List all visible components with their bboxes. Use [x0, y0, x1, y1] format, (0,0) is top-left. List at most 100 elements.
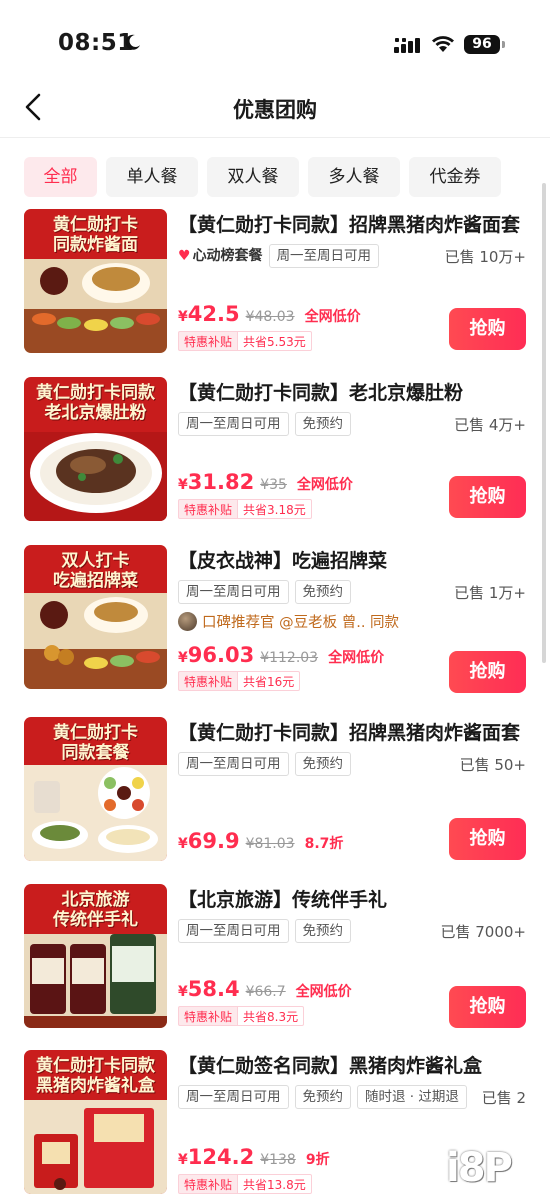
thumbnail-caption: 黄仁勋打卡同款 [36, 383, 155, 403]
promo-label: 8.7折 [304, 836, 344, 852]
sold-count: 已售 1万+ [454, 584, 526, 602]
deal-price: 42.5 [187, 302, 240, 326]
deal-title[interactable]: 【北京旅游】传统伴手礼 [178, 885, 542, 912]
saving-label: 共省16元 [238, 671, 301, 691]
deal-thumbnail: 黄仁勋打卡同款 黑猪肉炸酱礼盒 [24, 1050, 167, 1194]
cellular-signal-icon [394, 38, 420, 53]
usage-tag: 周一至周日可用 [178, 412, 289, 436]
price-row: ¥ 124.2 ¥138 9折 [178, 1145, 330, 1171]
subsidy-badge: 特惠补贴 共省5.53元 [178, 331, 312, 351]
deal-title[interactable]: 【黄仁勋签名同款】黑猪肉炸酱礼盒 [178, 1051, 542, 1078]
deal-price: 58.4 [187, 977, 240, 1001]
usage-tag: 周一至周日可用 [178, 1085, 289, 1109]
deal-title[interactable]: 【黄仁勋打卡同款】招牌黑猪肉炸酱面套 [178, 210, 542, 237]
moon-icon [125, 34, 140, 50]
thumbnail-caption: 同款炸酱面 [53, 235, 138, 255]
usage-tag: 周一至周日可用 [178, 752, 289, 776]
deal-title[interactable]: 【黄仁勋打卡同款】老北京爆肚粉 [178, 378, 542, 405]
sold-count: 已售 10万+ [444, 248, 526, 266]
thumbnail-caption: 传统伴手礼 [53, 910, 138, 930]
thumbnail-caption: 老北京爆肚粉 [44, 403, 147, 423]
subsidy-badge: 特惠补贴 共省8.3元 [178, 1006, 305, 1026]
status-time: 08:51 [58, 30, 134, 56]
tab-double-meal[interactable]: 双人餐 [207, 157, 299, 197]
deal-card[interactable]: 黄仁勋打卡同款 老北京爆肚粉 【黄仁勋打卡同款】老北京爆肚粉 周一至周日可用 免… [24, 377, 542, 521]
battery-tip [502, 41, 505, 48]
deal-tags: 周一至周日可用 免预约 [178, 580, 351, 604]
buy-button[interactable]: 抢购 [449, 308, 526, 350]
original-price: ¥112.03 [260, 650, 319, 666]
recommendation[interactable]: 口碑推荐官 @豆老板 曾.. 同款 [178, 611, 399, 631]
wifi-icon [432, 36, 454, 52]
subsidy-badge: 特惠补贴 共省16元 [178, 671, 301, 691]
deal-tags: ♥ 心动榜套餐 周一至周日可用 [178, 244, 380, 268]
thumbnail-caption: 吃遍招牌菜 [53, 571, 138, 591]
subsidy-badge: 特惠补贴 共省13.8元 [178, 1174, 312, 1194]
original-price: ¥138 [260, 1152, 296, 1168]
avatar [178, 611, 197, 631]
recommendation-text: 口碑推荐官 @豆老板 曾.. 同款 [202, 614, 400, 631]
price-row: ¥ 31.82 ¥35 全网低价 [178, 470, 353, 496]
buy-button[interactable]: 抢购 [449, 818, 526, 860]
usage-tag: 周一至周日可用 [178, 580, 289, 604]
usage-tag: 周一至周日可用 [268, 244, 380, 268]
price-row: ¥ 96.03 ¥112.03 全网低价 [178, 643, 384, 669]
subsidy-badge: 特惠补贴 共省3.18元 [178, 499, 312, 519]
currency-symbol: ¥ [178, 1152, 188, 1168]
subsidy-label: 特惠补贴 [178, 1174, 239, 1194]
sold-count: 已售 4万+ [454, 416, 526, 434]
deal-thumbnail: 黄仁勋打卡 同款套餐 [24, 717, 167, 861]
refund-tag: 随时退 · 过期退 [357, 1085, 467, 1109]
deal-price: 31.82 [187, 470, 255, 494]
tab-group-meal[interactable]: 多人餐 [308, 157, 400, 197]
hot-list-tag: ♥ 心动榜套餐 [178, 244, 263, 268]
currency-symbol: ¥ [178, 984, 188, 1000]
scrollbar[interactable] [542, 183, 546, 663]
deal-tags: 周一至周日可用 免预约 随时退 · 过期退 [178, 1085, 467, 1109]
saving-label: 共省5.53元 [238, 331, 312, 351]
price-row: ¥ 69.9 ¥81.03 8.7折 [178, 829, 343, 855]
tab-single-meal[interactable]: 单人餐 [106, 157, 198, 197]
thumbnail-caption: 黄仁勋打卡 [53, 723, 138, 743]
thumbnail-caption: 同款套餐 [61, 743, 130, 763]
usage-tag: 免预约 [294, 919, 351, 943]
tab-voucher[interactable]: 代金券 [409, 157, 501, 197]
usage-tag: 免预约 [294, 412, 351, 436]
sold-count: 已售 2 [481, 1089, 526, 1107]
original-price: ¥81.03 [245, 836, 295, 852]
sold-count: 已售 50+ [459, 756, 526, 774]
price-row: ¥ 58.4 ¥66.7 全网低价 [178, 977, 352, 1003]
usage-tag: 免预约 [294, 752, 351, 776]
buy-button[interactable]: 抢购 [449, 476, 526, 518]
currency-symbol: ¥ [178, 836, 188, 852]
deal-thumbnail: 北京旅游 传统伴手礼 [24, 884, 167, 1028]
deal-card[interactable]: 双人打卡 吃遍招牌菜 【皮衣战神】吃遍招牌菜 周一至周日可用 免预约 已售 1万… [24, 545, 542, 693]
deal-tags: 周一至周日可用 免预约 [178, 919, 351, 943]
deal-title[interactable]: 【黄仁勋打卡同款】招牌黑猪肉炸酱面套 [178, 718, 542, 745]
deal-price: 96.03 [187, 643, 255, 667]
deal-card[interactable]: 黄仁勋打卡 同款炸酱面 【黄仁勋打卡同款】招牌黑猪肉炸酱面套 ♥ 心动榜套餐 周一… [24, 209, 542, 353]
thumbnail-caption: 北京旅游 [61, 890, 130, 910]
thumbnail-caption: 黄仁勋打卡同款 [36, 1056, 155, 1076]
page-title: 优惠团购 [233, 98, 317, 122]
deal-thumbnail: 黄仁勋打卡同款 老北京爆肚粉 [24, 377, 167, 521]
promo-label: 全网低价 [328, 650, 385, 666]
deal-card[interactable]: 黄仁勋打卡 同款套餐 【黄仁勋打卡同款】招牌黑猪肉炸酱面套 周一至周日可用 免预… [24, 717, 542, 861]
deal-card[interactable]: 北京旅游 传统伴手礼 【北京旅游】传统伴手礼 周一至周日可用 免预约 已售 70… [24, 884, 542, 1028]
promo-label: 全网低价 [296, 477, 353, 493]
subsidy-label: 特惠补贴 [178, 671, 239, 691]
saving-label: 共省13.8元 [238, 1174, 312, 1194]
buy-button[interactable]: 抢购 [449, 651, 526, 693]
buy-button[interactable]: 抢购 [449, 986, 526, 1028]
promo-label: 全网低价 [295, 984, 352, 1000]
deal-title[interactable]: 【皮衣战神】吃遍招牌菜 [178, 546, 542, 573]
deal-price: 124.2 [187, 1145, 255, 1169]
usage-tag: 免预约 [294, 580, 351, 604]
saving-label: 共省3.18元 [238, 499, 312, 519]
original-price: ¥66.7 [245, 984, 286, 1000]
tab-all[interactable]: 全部 [24, 157, 97, 197]
currency-symbol: ¥ [178, 650, 188, 666]
thumbnail-caption: 黄仁勋打卡 [53, 215, 138, 235]
heart-icon: ♥ [178, 248, 191, 264]
currency-symbol: ¥ [178, 477, 188, 493]
